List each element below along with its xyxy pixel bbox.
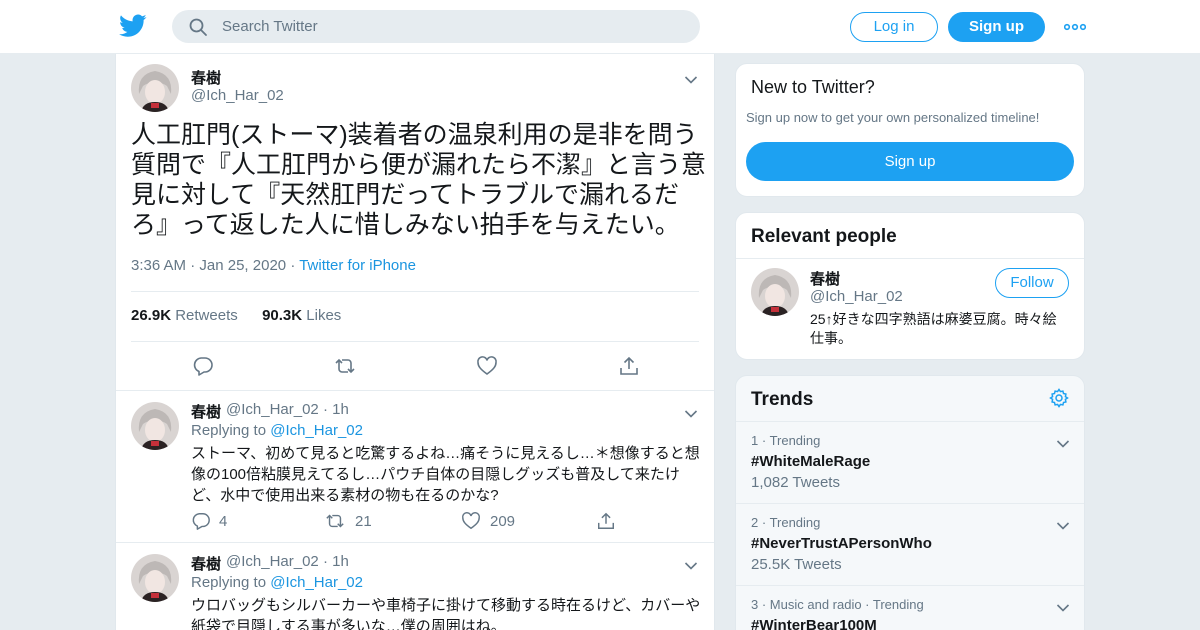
replying-to-link[interactable]: @Ich_Har_02 bbox=[270, 574, 363, 591]
replying-to: Replying to @Ich_Har_02 bbox=[191, 422, 363, 439]
reply-author-name[interactable]: 春樹 bbox=[191, 553, 221, 574]
trend-meta: 3 · Music and radio · Trending bbox=[751, 597, 924, 612]
reply-count: 4 bbox=[219, 513, 228, 530]
chevron-down-icon[interactable] bbox=[1056, 600, 1070, 612]
chevron-down-icon[interactable] bbox=[684, 406, 698, 418]
retweets-stat[interactable]: 26.9K Retweets bbox=[131, 307, 238, 324]
trend-name[interactable]: #WinterBear100M bbox=[751, 617, 877, 630]
divider bbox=[131, 341, 699, 342]
divider bbox=[116, 542, 714, 543]
follow-button[interactable]: Follow bbox=[995, 268, 1069, 298]
avatar[interactable] bbox=[131, 554, 179, 602]
chevron-down-icon[interactable] bbox=[1056, 436, 1070, 448]
avatar[interactable] bbox=[131, 402, 179, 450]
relevant-people-card: Relevant people 春樹 @Ich_Har_02 Follow 25… bbox=[735, 212, 1085, 360]
avatar[interactable] bbox=[751, 268, 799, 316]
tweet-timestamp: 3:36 AM · Jan 25, 2020 · Twitter for iPh… bbox=[131, 257, 416, 274]
card-title: Trends bbox=[751, 389, 814, 410]
handle-text: @Ich_Har_02 bbox=[226, 553, 319, 570]
divider bbox=[116, 390, 714, 391]
reply-author-name[interactable]: 春樹 bbox=[191, 401, 221, 422]
like-icon[interactable] bbox=[461, 511, 483, 533]
trend-meta: 1 · Trending bbox=[751, 433, 821, 448]
meta-separator: · bbox=[190, 257, 200, 274]
divider bbox=[736, 421, 1084, 422]
chevron-down-icon[interactable] bbox=[1056, 518, 1070, 530]
reply-icon[interactable] bbox=[191, 511, 213, 533]
author-handle[interactable]: @Ich_Har_02 bbox=[191, 87, 284, 104]
replying-to: Replying to @Ich_Har_02 bbox=[191, 574, 363, 591]
trend-context: Trending bbox=[769, 433, 821, 448]
chevron-down-icon[interactable] bbox=[684, 558, 698, 570]
card-subtitle: Sign up now to get your own personalized… bbox=[746, 110, 1040, 125]
replying-label: Replying to bbox=[191, 422, 267, 439]
trend-rank: 2 bbox=[751, 515, 759, 530]
signup-button[interactable]: Sign up bbox=[948, 12, 1045, 42]
card-title: New to Twitter? bbox=[751, 77, 875, 97]
top-bar: Log in Sign up bbox=[0, 0, 1200, 54]
person-handle[interactable]: @Ich_Har_02 bbox=[810, 288, 903, 305]
new-to-twitter-card: New to Twitter? Sign up now to get your … bbox=[735, 63, 1085, 197]
signup-button[interactable]: Sign up bbox=[746, 142, 1074, 181]
divider bbox=[736, 503, 1084, 504]
reply-author-handle[interactable]: @Ich_Har_02 · 1h bbox=[226, 401, 349, 418]
trend-context: Trending bbox=[769, 515, 821, 530]
divider bbox=[736, 258, 1084, 259]
tweet-date[interactable]: Jan 25, 2020 bbox=[199, 257, 286, 274]
retweets-count: 26.9K bbox=[131, 307, 172, 324]
trend-name[interactable]: #WhiteMaleRage bbox=[751, 453, 870, 470]
reply-author-handle[interactable]: @Ich_Har_02 · 1h bbox=[226, 553, 349, 570]
reply-icon[interactable] bbox=[192, 355, 214, 377]
retweets-label: Retweets bbox=[175, 307, 238, 324]
trend-count: 25.5K Tweets bbox=[751, 556, 842, 573]
like-icon[interactable] bbox=[476, 355, 498, 377]
reply-age[interactable]: 1h bbox=[332, 553, 349, 570]
trends-card: Trends 1 · Trending #WhiteMaleRage 1,082… bbox=[735, 375, 1085, 630]
chevron-down-icon[interactable] bbox=[684, 72, 698, 84]
meta-separator: · bbox=[290, 257, 300, 274]
trend-count: 1,082 Tweets bbox=[751, 474, 840, 491]
person-bio: 25↑好きな四字熟語は麻婆豆腐。時々絵仕事。 bbox=[810, 311, 1057, 346]
tweet-stats: 26.9K Retweets 90.3K Likes bbox=[131, 307, 341, 324]
tweet-source-link[interactable]: Twitter for iPhone bbox=[299, 257, 416, 274]
settings-gear-icon[interactable] bbox=[1049, 388, 1069, 408]
search-input[interactable] bbox=[222, 10, 682, 43]
share-icon[interactable] bbox=[618, 355, 640, 377]
person-name[interactable]: 春樹 bbox=[810, 268, 840, 289]
tweet-timeline: 春樹 @Ich_Har_02 人工肛門(ストーマ)装着者の温泉利用の是非を問う質… bbox=[115, 54, 715, 630]
share-icon[interactable] bbox=[596, 511, 618, 533]
tweet-time[interactable]: 3:36 AM bbox=[131, 257, 186, 274]
trend-name[interactable]: #NeverTrustAPersonWho bbox=[751, 535, 932, 552]
reply-text: ストーマ、初めて見ると吃驚するよね…痛そうに見えるし…＊想像すると想像の100倍… bbox=[191, 445, 700, 504]
retweet-icon[interactable] bbox=[325, 511, 347, 533]
search-box[interactable] bbox=[172, 10, 700, 43]
trend-context: Music and radio · Trending bbox=[769, 597, 924, 612]
retweet-icon[interactable] bbox=[334, 355, 356, 377]
divider bbox=[736, 585, 1084, 586]
card-title: Relevant people bbox=[751, 226, 897, 247]
replying-to-link[interactable]: @Ich_Har_02 bbox=[270, 422, 363, 439]
tweet-text: 人工肛門(ストーマ)装着者の温泉利用の是非を問う質問で『人工肛門から便が漏れたら… bbox=[131, 121, 707, 239]
handle-text: @Ich_Har_02 bbox=[226, 401, 319, 418]
likes-stat[interactable]: 90.3K Likes bbox=[262, 307, 341, 324]
author-name[interactable]: 春樹 bbox=[191, 67, 221, 88]
likes-label: Likes bbox=[306, 307, 342, 324]
like-count: 209 bbox=[490, 513, 516, 530]
trend-rank: 3 bbox=[751, 597, 759, 612]
divider bbox=[131, 291, 699, 292]
search-icon bbox=[188, 17, 208, 37]
trend-meta: 2 · Trending bbox=[751, 515, 821, 530]
avatar[interactable] bbox=[131, 64, 179, 112]
twitter-bird-icon[interactable] bbox=[119, 14, 147, 38]
more-icon[interactable] bbox=[1063, 17, 1087, 37]
likes-count: 90.3K bbox=[262, 307, 303, 324]
login-button[interactable]: Log in bbox=[850, 12, 938, 42]
reply-text: ウロバッグもシルバーカーや車椅子に掛けて移動する時在るけど、カバーや紙袋で目隠し… bbox=[191, 597, 701, 630]
replying-label: Replying to bbox=[191, 574, 267, 591]
reply-age[interactable]: 1h bbox=[332, 401, 349, 418]
retweet-count: 21 bbox=[355, 513, 372, 530]
trend-rank: 1 bbox=[751, 433, 759, 448]
